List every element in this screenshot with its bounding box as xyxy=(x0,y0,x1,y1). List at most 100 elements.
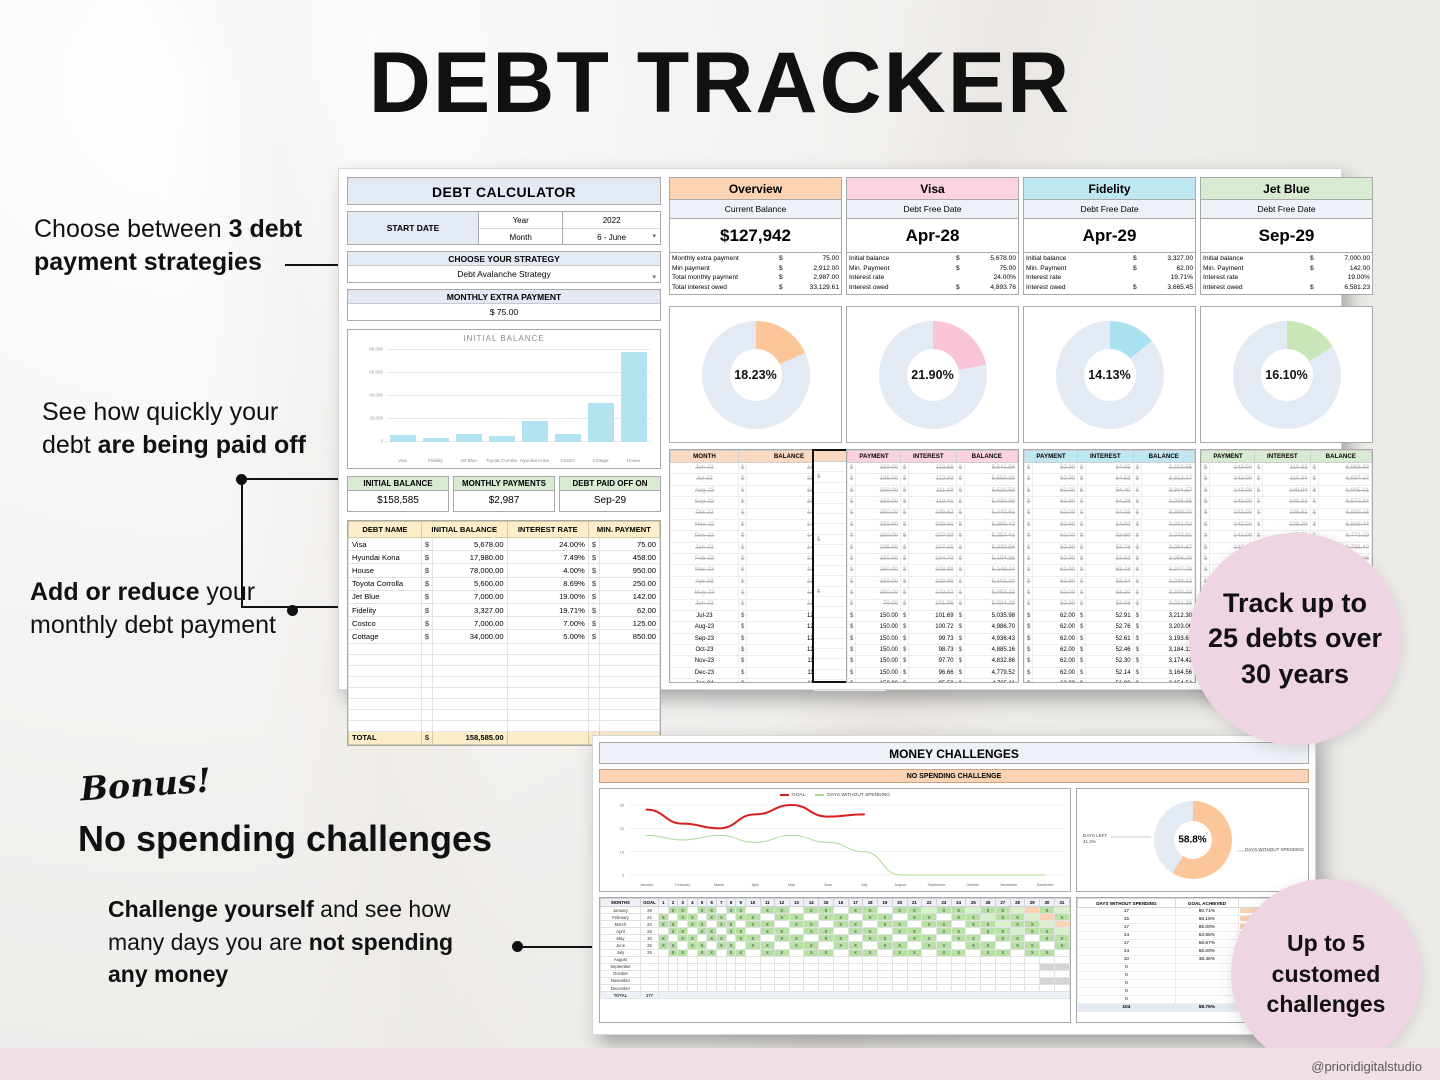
cell-day[interactable]: X xyxy=(803,941,820,950)
cell-goal[interactable] xyxy=(640,969,659,978)
cell-day[interactable] xyxy=(716,976,727,986)
cell-day[interactable]: X xyxy=(994,927,1011,936)
cell-day[interactable] xyxy=(921,955,937,964)
cell-day[interactable] xyxy=(980,984,996,993)
cell-day[interactable] xyxy=(667,984,679,993)
cell-day[interactable] xyxy=(994,984,1011,993)
cell-day[interactable] xyxy=(1024,962,1041,971)
cell-day[interactable] xyxy=(788,927,805,936)
cell-day[interactable] xyxy=(788,976,805,986)
cell-day[interactable]: X xyxy=(818,934,834,943)
cell-day[interactable] xyxy=(862,962,879,971)
cell-day[interactable] xyxy=(725,955,737,964)
cell-day[interactable]: X xyxy=(735,948,747,957)
cell-day[interactable] xyxy=(773,962,790,971)
strategy-value[interactable]: Debt Avalanche Strategy ▾ xyxy=(348,266,660,282)
cell-rate[interactable]: 8.69% xyxy=(506,576,589,591)
cell-day[interactable] xyxy=(1009,905,1026,915)
table-row[interactable]: $62.00 $53.48 $3,247.78 xyxy=(1024,564,1195,577)
cell-day[interactable]: X xyxy=(687,920,698,929)
table-row[interactable]: $62.00 $53.20 $3,230.33 xyxy=(1024,587,1195,600)
cell-day[interactable]: X xyxy=(696,948,708,957)
table-row[interactable]: $150.00$95.59$4,725.11 xyxy=(847,678,1018,682)
cell-rate[interactable]: 5.00% xyxy=(506,629,589,644)
cell-day[interactable]: X xyxy=(965,920,982,929)
cell-day[interactable]: X xyxy=(716,934,727,943)
cell-day[interactable] xyxy=(1039,941,1055,950)
cell-day[interactable] xyxy=(696,913,708,922)
cell-day[interactable]: X xyxy=(965,913,982,922)
cell-day[interactable]: X xyxy=(921,941,937,950)
cell-day[interactable]: X xyxy=(745,913,761,922)
cell-day[interactable]: X xyxy=(936,905,952,915)
cell-day[interactable] xyxy=(667,969,679,978)
cell-day[interactable] xyxy=(862,941,879,950)
table-row[interactable]: $150.00 $104.79 $5,194.35 xyxy=(847,552,1018,566)
table-row[interactable]: April 26 X X X X X X X X X X X X X X X X X X X X xyxy=(600,927,1070,936)
cell-day[interactable] xyxy=(773,955,790,964)
cell-day[interactable] xyxy=(677,962,688,971)
cell-day[interactable] xyxy=(725,913,737,922)
table-row[interactable]: Costco $7,000.00 7.00% $125.00 xyxy=(348,616,660,631)
cell-day[interactable] xyxy=(696,969,708,978)
cell-day[interactable] xyxy=(1009,948,1026,957)
cell-day[interactable] xyxy=(788,955,805,964)
cell-day[interactable] xyxy=(687,984,698,993)
cell-payment[interactable]: 950.00 xyxy=(599,563,660,578)
cell-day[interactable] xyxy=(906,976,923,986)
cell-balance[interactable]: 17,980.00 xyxy=(432,550,508,565)
cell-day[interactable]: X xyxy=(891,941,908,950)
cell-day[interactable] xyxy=(891,984,908,993)
cell-day[interactable] xyxy=(706,969,718,978)
cell-day[interactable]: X xyxy=(667,941,679,950)
table-row-empty[interactable] xyxy=(348,697,660,710)
cell-day[interactable]: X xyxy=(994,948,1011,957)
cell-day[interactable] xyxy=(936,984,952,993)
cell-day[interactable] xyxy=(706,976,718,986)
cell-day[interactable]: X xyxy=(735,927,747,936)
cell-day[interactable] xyxy=(936,955,952,964)
cell-payment[interactable]: 142.00 xyxy=(599,589,660,604)
cell-day[interactable] xyxy=(773,969,790,978)
cell-rate[interactable]: 19.71% xyxy=(506,602,589,618)
cell-day[interactable] xyxy=(950,920,967,929)
cell-day[interactable] xyxy=(994,955,1011,964)
table-row[interactable]: $150.00 $103.89 $5,148.24 xyxy=(847,564,1018,577)
cell-day[interactable]: X xyxy=(706,948,718,957)
cell-day[interactable] xyxy=(818,955,834,964)
table-row-empty[interactable] xyxy=(348,719,660,732)
cell-day[interactable] xyxy=(965,948,982,957)
cell-name[interactable]: Fidelity xyxy=(348,602,422,618)
cell-name[interactable]: Toyota Corrolla xyxy=(348,576,422,591)
table-row[interactable]: $150.00 $98.73 $4,885.16 xyxy=(847,643,1018,657)
cell-goal[interactable]: 25 xyxy=(640,941,659,950)
cell-balance[interactable]: 5,678.00 xyxy=(432,536,508,552)
cell-day[interactable]: X xyxy=(696,905,708,915)
table-row[interactable]: $142.00 $109.84 $6,905.01 xyxy=(1201,484,1372,498)
cell-day[interactable] xyxy=(745,955,761,964)
cell-day[interactable]: X xyxy=(847,905,864,915)
table-row[interactable]: $62.00 $54.40 $3,304.57 xyxy=(1024,484,1195,498)
schedule-fidelity[interactable]: PAYMENT INTEREST BALANCE $62.00 $54.65 $3,31… xyxy=(1023,449,1196,683)
table-row[interactable]: May 30 X X X X X X X X X X X X X X X X X X X X X xyxy=(600,934,1070,943)
cell-goal[interactable]: 30 xyxy=(640,934,659,943)
cell-day[interactable]: X xyxy=(759,905,775,915)
cell-day[interactable] xyxy=(862,920,879,929)
cell-day[interactable] xyxy=(965,976,982,986)
cell-balance[interactable]: 3,327.00 xyxy=(432,602,508,618)
cell-day[interactable] xyxy=(716,955,727,964)
cell-day[interactable]: X xyxy=(994,934,1011,943)
cell-day[interactable] xyxy=(862,955,879,964)
cell-day[interactable] xyxy=(658,927,669,936)
cell-day[interactable] xyxy=(803,913,820,922)
cell-day[interactable]: X xyxy=(735,934,747,943)
cell-day[interactable] xyxy=(716,962,727,971)
cell-day[interactable] xyxy=(667,976,679,986)
cell-day[interactable] xyxy=(906,984,923,993)
cell-day[interactable] xyxy=(667,962,679,971)
cell-day[interactable]: X xyxy=(965,934,982,943)
cell-day[interactable] xyxy=(921,984,937,993)
cell-day[interactable]: X xyxy=(759,920,775,929)
cell-day[interactable]: X xyxy=(936,941,952,950)
cell-day[interactable] xyxy=(803,962,820,971)
